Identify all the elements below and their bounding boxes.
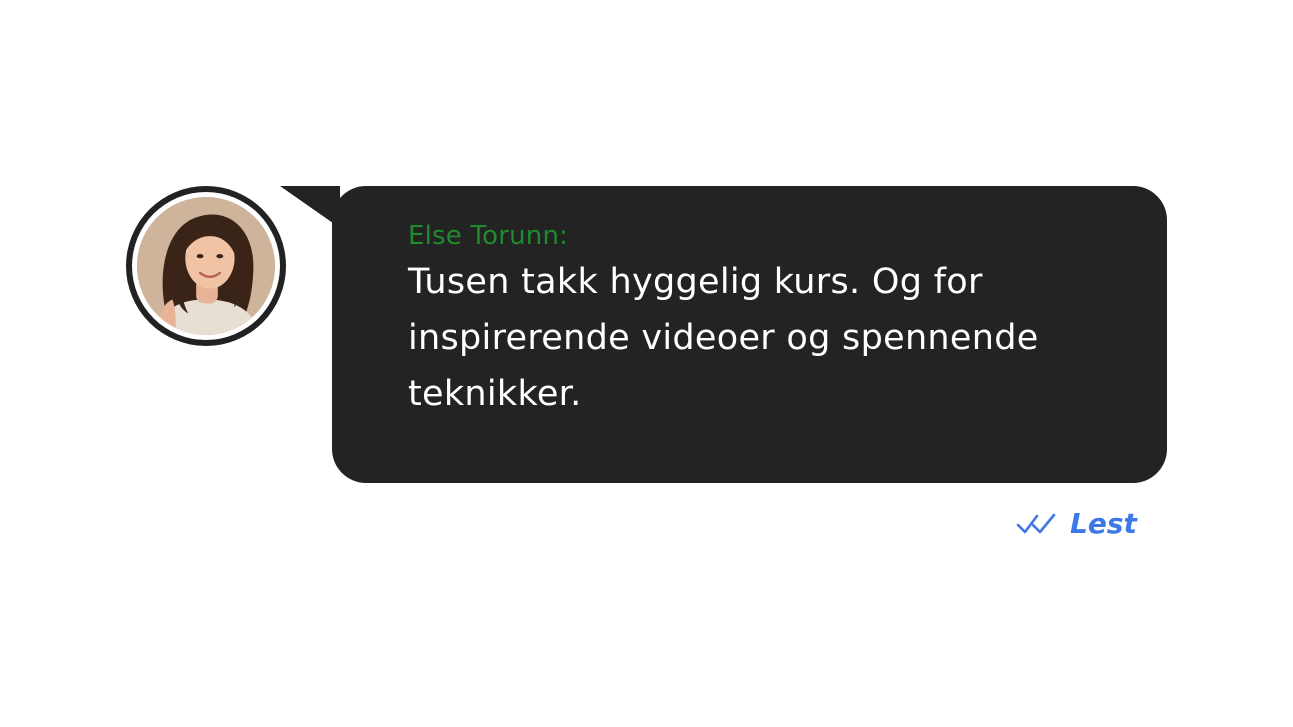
avatar-portrait-icon <box>137 197 275 335</box>
message-text: Tusen takk hyggelig kurs. Og for inspire… <box>408 262 1039 414</box>
double-check-icon <box>1016 511 1060 537</box>
avatar[interactable] <box>126 186 286 346</box>
avatar-ring <box>132 192 280 340</box>
sender-name: Else Torunn: <box>408 221 569 251</box>
avatar-photo <box>137 197 275 335</box>
status-label: Lest <box>1070 507 1137 540</box>
read-status: Lest <box>1016 504 1137 544</box>
